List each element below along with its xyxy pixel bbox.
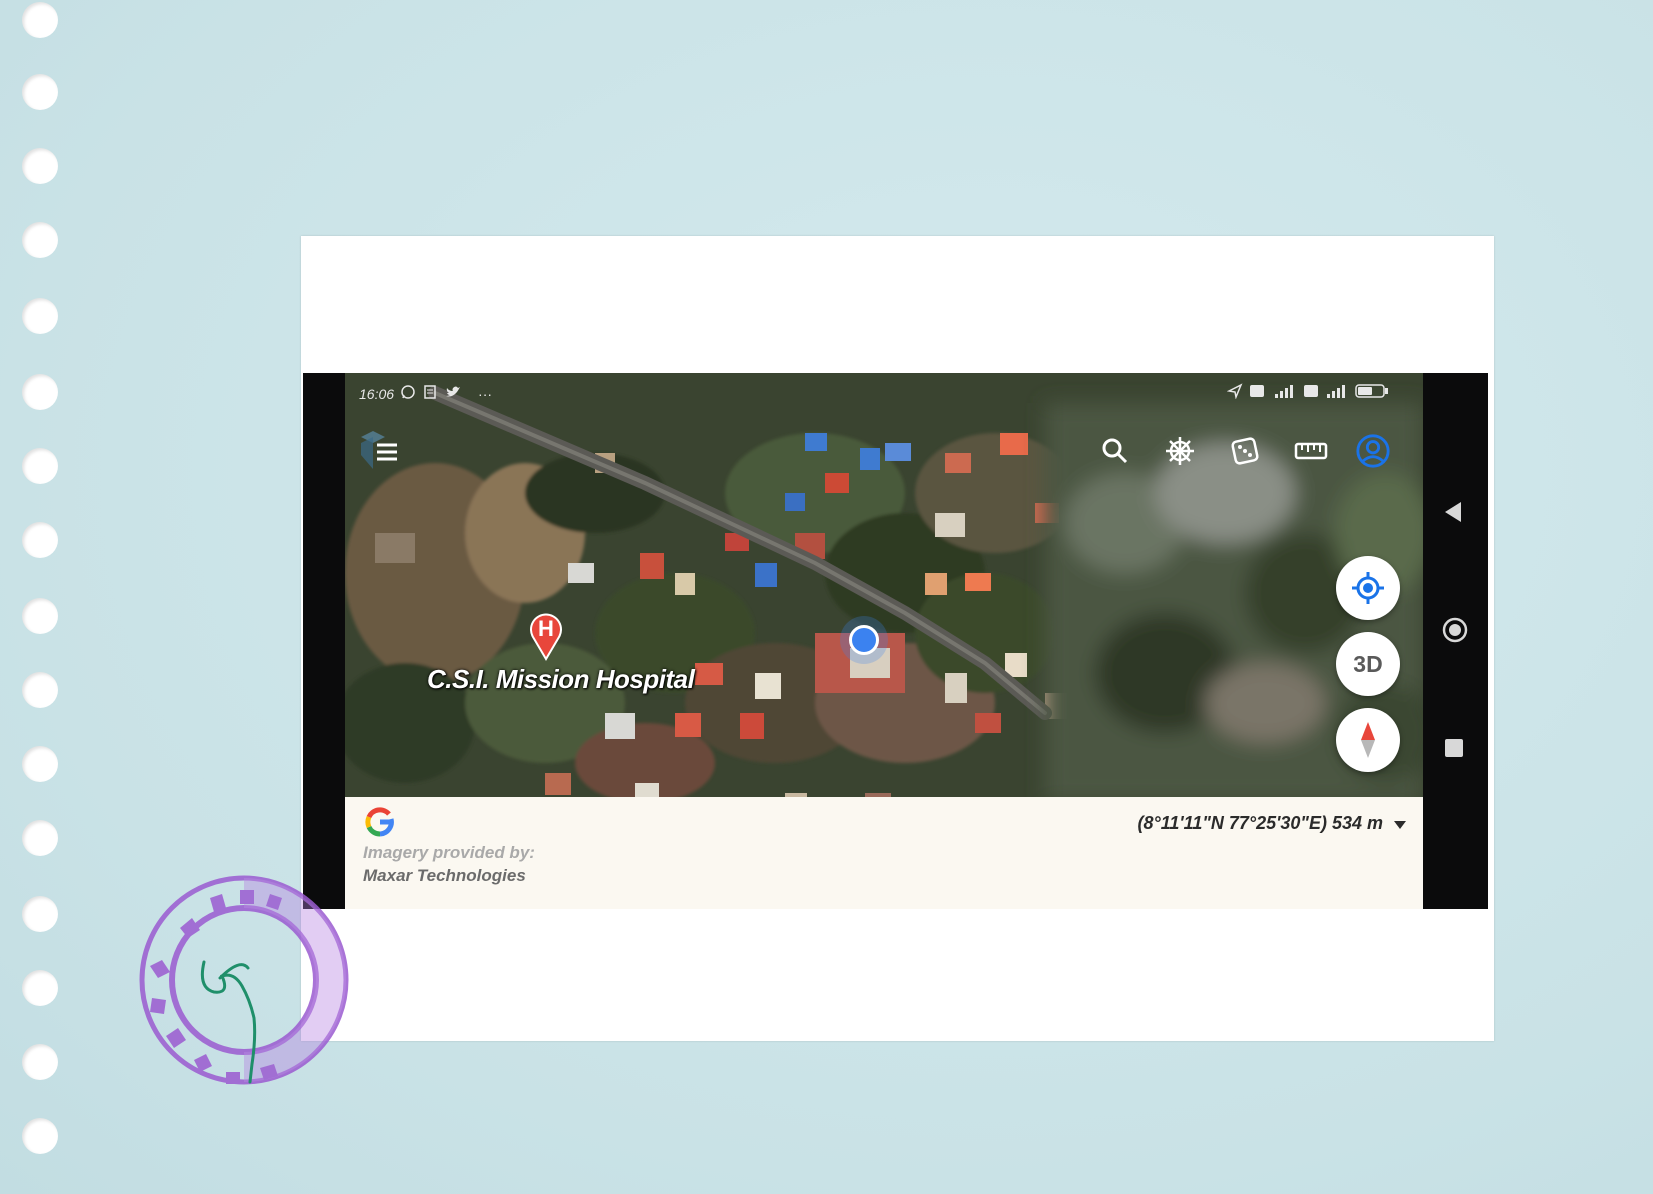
search-icon [1102, 438, 1128, 464]
status-bar: 16:06 ··· [345, 373, 1423, 411]
attribution-panel: Imagery provided by: Maxar Technologies … [345, 797, 1423, 909]
back-button[interactable] [1441, 499, 1467, 530]
my-location-button[interactable] [1336, 556, 1400, 620]
binder-hole [22, 148, 58, 184]
binder-hole [22, 1118, 58, 1154]
status-time: 16:06 [359, 385, 395, 402]
binder-hole [22, 970, 58, 1006]
binder-hole [22, 1044, 58, 1080]
status-right [1226, 383, 1389, 402]
binder-hole [22, 820, 58, 856]
binder-hole [22, 522, 58, 558]
signal-4g-icon [1271, 384, 1297, 401]
volte-icon [1249, 384, 1265, 401]
account-icon [1356, 434, 1390, 468]
home-icon [1442, 617, 1468, 643]
menu-button[interactable] [351, 425, 403, 477]
search-button[interactable] [1097, 433, 1133, 469]
binder-hole [22, 222, 58, 258]
location-arrow-icon [1226, 383, 1243, 402]
rubber-stamp [139, 875, 349, 1085]
imagery-label: Imagery provided by: [363, 843, 535, 862]
binder-hole [22, 374, 58, 410]
recents-icon [1445, 739, 1463, 757]
voyager-button[interactable] [1162, 433, 1198, 469]
place-label[interactable]: C.S.I. Mission Hospital [427, 664, 695, 695]
ship-wheel-icon [1166, 437, 1194, 465]
feeling-lucky-button[interactable] [1227, 433, 1263, 469]
binder-hole [22, 2, 58, 38]
measure-button[interactable] [1293, 433, 1329, 469]
dice-icon [1231, 437, 1259, 465]
binder-hole [22, 74, 58, 110]
menu-icon [361, 431, 397, 469]
note-icon [422, 384, 438, 403]
coordinates-readout[interactable]: (8°11'11"N 77°25'30"E) 534 m [1137, 813, 1383, 834]
pin-letter: H [538, 616, 554, 641]
compass-icon [1361, 722, 1375, 758]
whatsapp-icon [400, 384, 416, 403]
compass-button[interactable] [1336, 708, 1400, 772]
battery-icon [1355, 383, 1389, 402]
google-logo [363, 805, 397, 844]
current-location-dot [840, 616, 888, 664]
3d-toggle-button[interactable]: 3D [1336, 632, 1400, 696]
signal-icon [1325, 384, 1349, 401]
imagery-provider: Maxar Technologies [363, 866, 526, 885]
binder-hole [22, 896, 58, 932]
home-button[interactable] [1441, 616, 1469, 649]
hospital-pin[interactable]: H [527, 609, 565, 661]
twitter-icon [444, 384, 462, 403]
volte-icon [1303, 384, 1319, 401]
crosshair-icon [1352, 572, 1384, 604]
status-left: 16:06 ··· [359, 384, 492, 403]
dropdown-arrow-icon[interactable] [1393, 817, 1407, 835]
account-button[interactable] [1355, 433, 1391, 469]
binder-hole [22, 746, 58, 782]
binder-hole [22, 672, 58, 708]
binder-hole [22, 598, 58, 634]
recents-button[interactable] [1443, 737, 1465, 764]
ruler-icon [1294, 442, 1328, 460]
binder-hole [22, 298, 58, 334]
back-icon [1445, 502, 1461, 522]
more-dots-icon: ··· [478, 385, 493, 402]
phone-screenshot: 16:06 ··· H C.S.I. Mission Hospital 3D I… [303, 373, 1488, 909]
binder-hole [22, 448, 58, 484]
map-screen: 16:06 ··· H C.S.I. Mission Hospital 3D I… [345, 373, 1423, 909]
